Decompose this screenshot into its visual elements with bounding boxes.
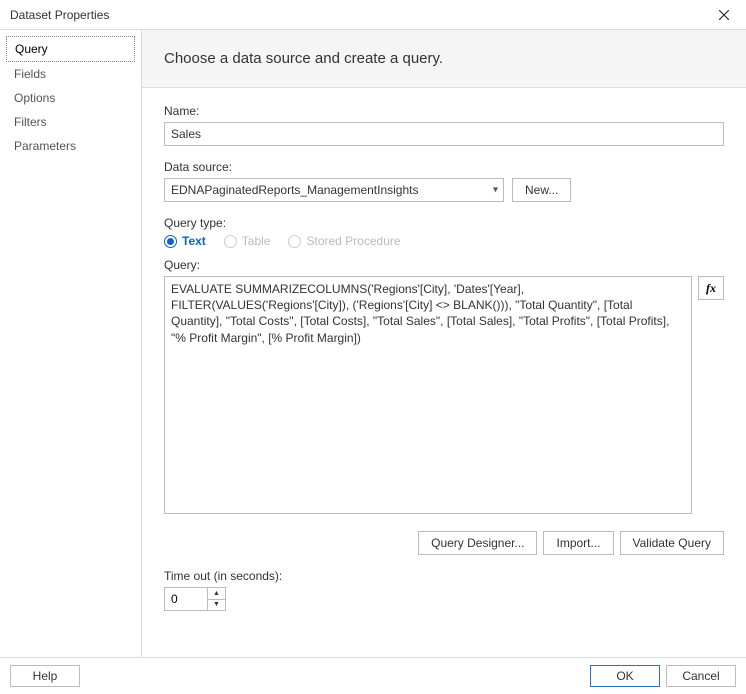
sidebar-item-label: Filters xyxy=(14,115,47,129)
radio-icon xyxy=(224,235,237,248)
timeout-input[interactable] xyxy=(165,588,207,610)
ok-button[interactable]: OK xyxy=(590,665,660,687)
sidebar: Query Fields Options Filters Parameters xyxy=(0,30,142,657)
data-source-label: Data source: xyxy=(164,160,724,174)
data-source-select[interactable]: EDNAPaginatedReports_ManagementInsights … xyxy=(164,178,504,202)
page-header-text: Choose a data source and create a query. xyxy=(164,50,443,67)
query-textarea[interactable]: EVALUATE SUMMARIZECOLUMNS('Regions'[City… xyxy=(164,276,692,514)
sidebar-item-label: Query xyxy=(15,42,48,56)
window-title: Dataset Properties xyxy=(10,8,109,22)
expression-button[interactable]: fx xyxy=(698,276,724,300)
chevron-down-icon: ▼ xyxy=(213,601,220,608)
name-input[interactable] xyxy=(164,122,724,146)
radio-text[interactable]: Text xyxy=(164,234,206,248)
radio-label: Stored Procedure xyxy=(306,234,400,248)
dialog-body: Query Fields Options Filters Parameters … xyxy=(0,30,746,658)
radio-stored-procedure[interactable]: Stored Procedure xyxy=(288,234,400,248)
timeout-spinner[interactable]: ▲ ▼ xyxy=(164,587,226,611)
validate-query-button[interactable]: Validate Query xyxy=(620,531,725,555)
radio-label: Table xyxy=(242,234,271,248)
spinner-down-button[interactable]: ▼ xyxy=(208,600,225,611)
radio-icon xyxy=(164,235,177,248)
data-source-value: EDNAPaginatedReports_ManagementInsights xyxy=(171,183,418,197)
fx-icon: fx xyxy=(706,281,716,296)
radio-table[interactable]: Table xyxy=(224,234,271,248)
sidebar-item-query[interactable]: Query xyxy=(6,36,135,62)
page-header: Choose a data source and create a query. xyxy=(142,30,746,88)
dialog-footer: Help OK Cancel xyxy=(0,658,746,694)
query-designer-button[interactable]: Query Designer... xyxy=(418,531,537,555)
name-label: Name: xyxy=(164,104,724,118)
sidebar-item-fields[interactable]: Fields xyxy=(6,62,135,86)
main-panel: Choose a data source and create a query.… xyxy=(142,30,746,657)
help-button[interactable]: Help xyxy=(10,665,80,687)
sidebar-item-label: Options xyxy=(14,91,55,105)
sidebar-item-label: Parameters xyxy=(14,139,76,153)
radio-icon xyxy=(288,235,301,248)
radio-label: Text xyxy=(182,234,206,248)
titlebar: Dataset Properties xyxy=(0,0,746,30)
sidebar-item-label: Fields xyxy=(14,67,46,81)
timeout-label: Time out (in seconds): xyxy=(164,569,724,583)
import-button[interactable]: Import... xyxy=(543,531,613,555)
chevron-up-icon: ▲ xyxy=(213,590,220,597)
content-area: Name: Data source: EDNAPaginatedReports_… xyxy=(142,88,746,657)
query-label: Query: xyxy=(164,258,724,272)
spinner-up-button[interactable]: ▲ xyxy=(208,588,225,600)
close-icon xyxy=(719,10,729,20)
sidebar-item-filters[interactable]: Filters xyxy=(6,110,135,134)
query-type-label: Query type: xyxy=(164,216,724,230)
sidebar-item-parameters[interactable]: Parameters xyxy=(6,134,135,158)
sidebar-item-options[interactable]: Options xyxy=(6,86,135,110)
close-button[interactable] xyxy=(710,1,738,29)
cancel-button[interactable]: Cancel xyxy=(666,665,736,687)
new-data-source-button[interactable]: New... xyxy=(512,178,571,202)
